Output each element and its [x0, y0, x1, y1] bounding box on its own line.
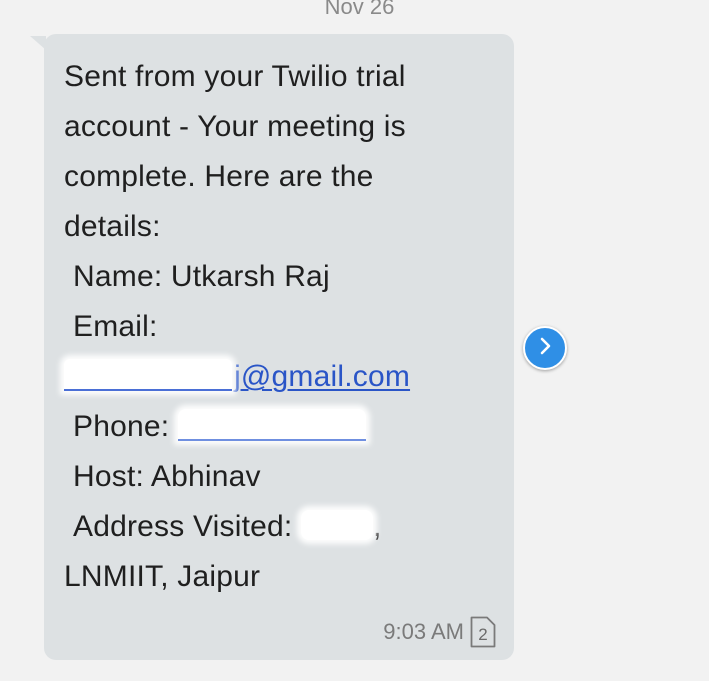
date-header: Nov 26 [324, 0, 395, 19]
message-text[interactable]: Sent from your Twilio trial account - Yo… [64, 52, 504, 602]
message-line: Sent from your Twilio trial [64, 60, 406, 93]
sim-card-icon: 2 [470, 616, 496, 648]
email-link-text: j@gmail.com [234, 360, 411, 393]
message-bubble[interactable]: Sent from your Twilio trial account - Yo… [44, 34, 514, 660]
message-timestamp: 9:03 AM [383, 619, 464, 644]
email-line: j@gmail.com [64, 352, 504, 402]
address-label: Address Visited: [73, 510, 301, 543]
redacted-phone[interactable] [177, 409, 366, 442]
address-line: Address Visited: , [64, 502, 504, 552]
name-line: Name: Utkarsh Raj [73, 260, 330, 293]
forward-button[interactable] [523, 326, 567, 370]
message-meta: 9:03 AM 2 [383, 616, 496, 648]
email-link[interactable]: j@gmail.com [64, 359, 411, 393]
email-label: Email: [73, 310, 158, 343]
sim-slot-number: 2 [478, 625, 488, 644]
message-line: account - Your meeting is [64, 110, 406, 143]
message-line: details: [64, 210, 161, 243]
phone-line: Phone: [64, 402, 504, 452]
host-line: Host: Abhinav [73, 460, 261, 493]
address-line-2: LNMIIT, Jaipur [64, 560, 261, 593]
redacted-region [64, 359, 232, 392]
forward-arrow-icon [534, 335, 556, 362]
phone-label: Phone: [73, 410, 178, 443]
redacted-address [300, 510, 373, 541]
address-suffix: , [372, 510, 382, 543]
message-line: complete. Here are the [64, 160, 374, 193]
